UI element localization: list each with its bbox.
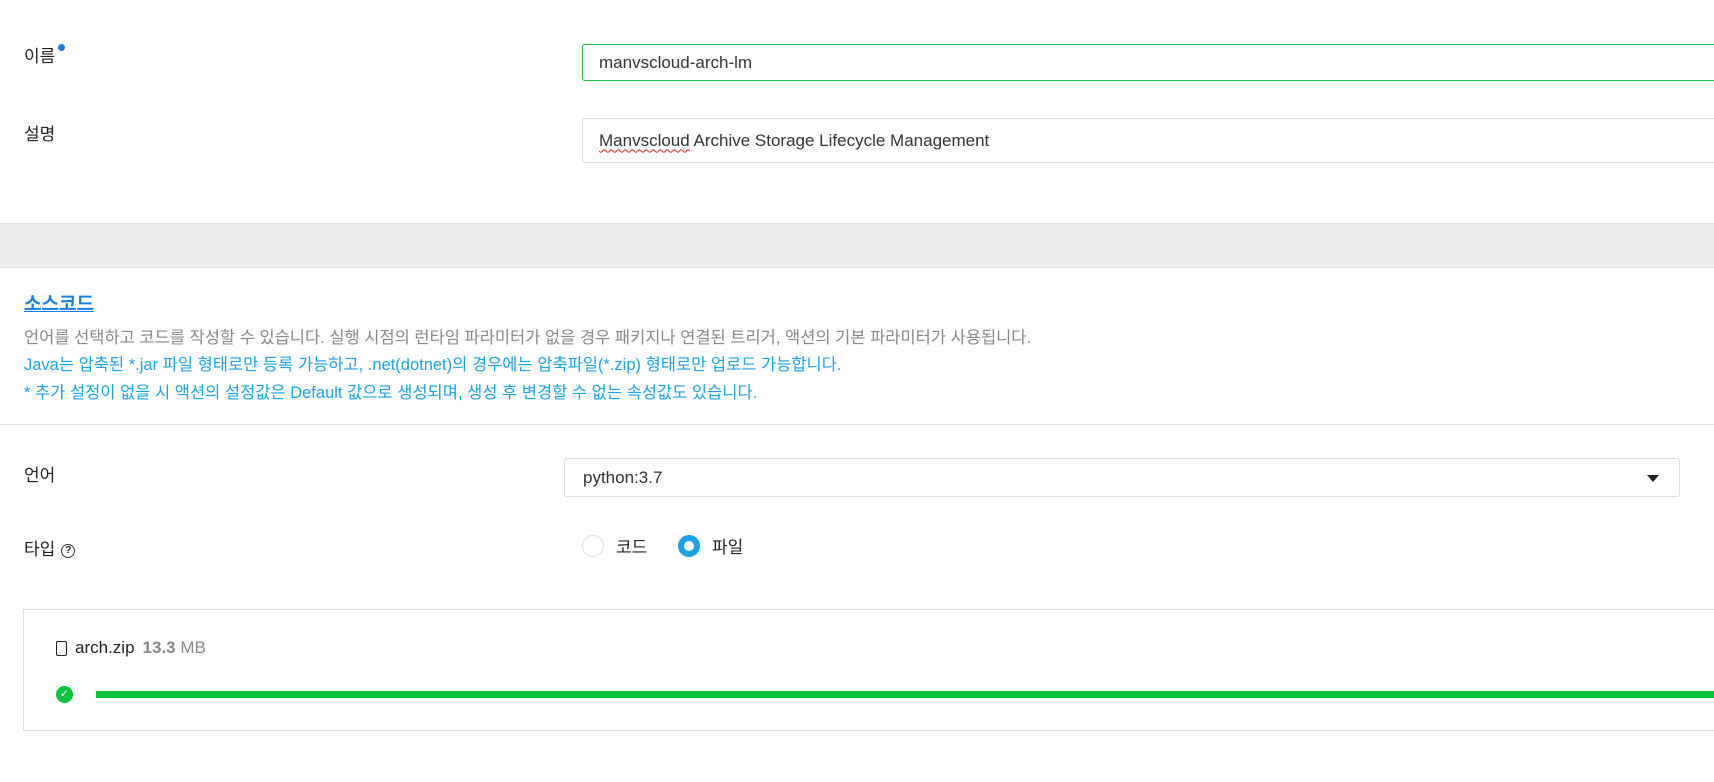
caret-down-icon <box>1647 475 1659 482</box>
file-size-unit: MB <box>180 638 206 657</box>
source-code-title: 소스코드 <box>24 294 94 315</box>
file-item: arch.zip 13.3 MB <box>56 638 206 658</box>
radio-label-file: 파일 <box>712 538 744 557</box>
description-input[interactable]: Manvscloud Archive Storage Lifecycle Man… <box>582 118 1714 163</box>
description-word1: Manvscloud <box>599 130 690 150</box>
upload-progress-fill <box>96 691 1714 698</box>
language-select-value: python:3.7 <box>583 467 663 487</box>
file-size-value: 13.3 <box>142 638 176 657</box>
source-desc-line2: Java는 압축된 *.jar 파일 형태로만 등록 가능하고, .net(do… <box>24 356 842 374</box>
file-icon <box>56 640 67 656</box>
source-desc-line1: 언어를 선택하고 코드를 작성할 수 있습니다. 실행 시점의 런타임 파라미터… <box>24 329 1032 347</box>
upload-progress-bar <box>96 691 1714 698</box>
radio-checked-icon <box>678 534 700 557</box>
section-separator <box>0 223 1714 268</box>
check-circle-icon: ✓ <box>56 686 73 703</box>
name-label: 이름 <box>24 42 66 67</box>
type-radio-file[interactable]: 파일 <box>678 533 743 558</box>
required-dot-icon <box>58 44 66 51</box>
name-input[interactable]: manvscloud-arch-lm <box>582 44 1714 81</box>
divider <box>0 424 1714 425</box>
language-select[interactable]: python:3.7 <box>564 458 1680 497</box>
type-label: 타입? <box>24 535 76 560</box>
radio-unchecked-icon <box>582 534 604 557</box>
radio-label-code: 코드 <box>616 538 648 557</box>
source-desc-line3: * 추가 설정이 없을 시 액션의 설정값은 Default 값으로 생성되며,… <box>24 384 758 402</box>
upload-panel: arch.zip 13.3 MB ✓ <box>23 609 1714 731</box>
name-input-value: manvscloud-arch-lm <box>599 52 753 72</box>
description-rest: Archive Storage Lifecycle Management <box>689 130 990 150</box>
file-name: arch.zip <box>75 638 135 657</box>
type-radio-code[interactable]: 코드 <box>582 533 647 558</box>
description-label: 설명 <box>24 125 56 144</box>
language-label: 언어 <box>24 466 56 485</box>
help-icon[interactable]: ? <box>61 543 76 558</box>
